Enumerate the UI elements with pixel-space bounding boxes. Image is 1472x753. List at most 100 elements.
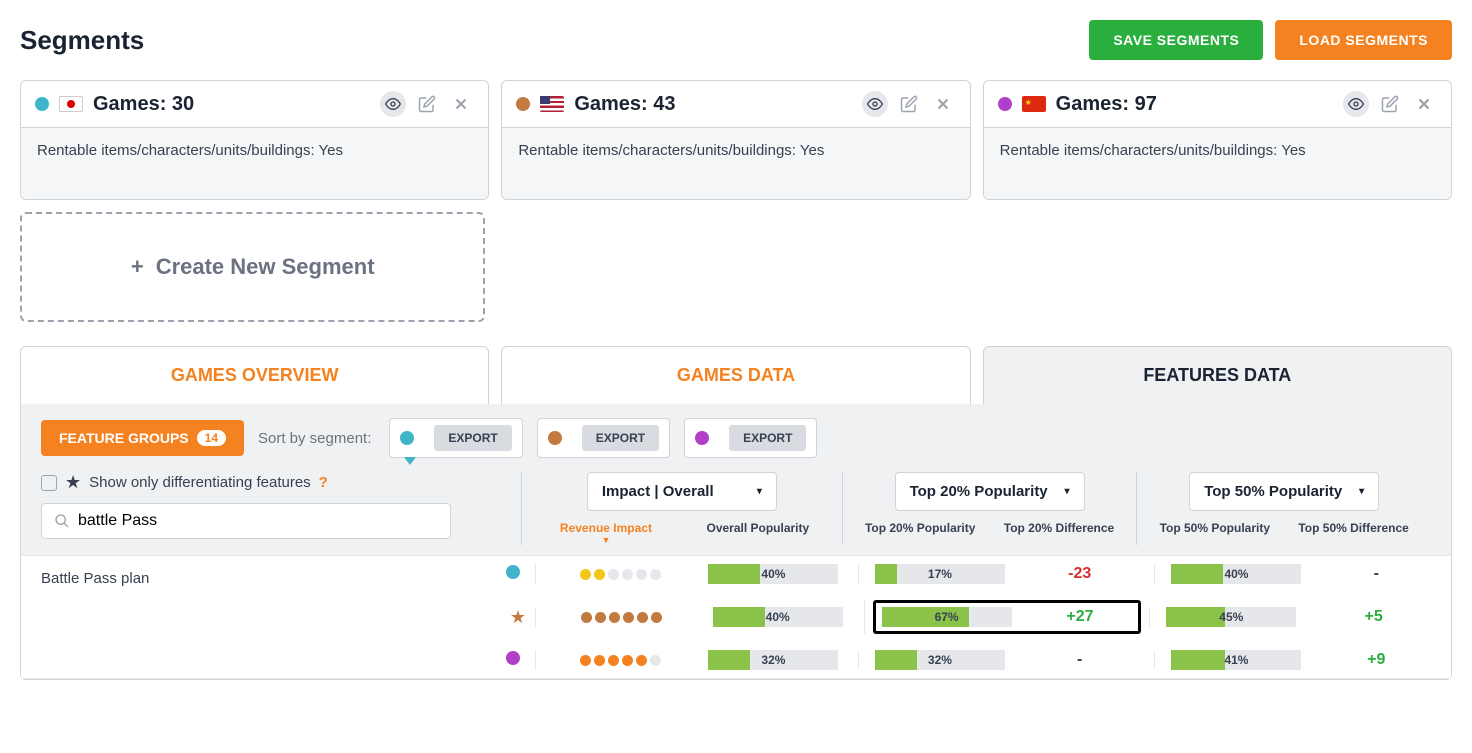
- progress-bar: 40%: [713, 607, 843, 627]
- segment-color-dot: [516, 97, 530, 111]
- flag-icon: [1022, 96, 1046, 112]
- sort-by-label: Sort by segment:: [258, 430, 371, 447]
- flag-icon: [59, 96, 83, 112]
- col-top50-difference[interactable]: Top 50% Difference: [1292, 521, 1415, 535]
- progress-bar: 17%: [875, 564, 1005, 584]
- impact-dot: [650, 569, 661, 580]
- close-icon[interactable]: [930, 91, 956, 117]
- impact-dot: [651, 612, 662, 623]
- flag-icon: [540, 96, 564, 112]
- visibility-icon[interactable]: [380, 91, 406, 117]
- export-group-brown[interactable]: EXPORT: [537, 418, 670, 458]
- export-button-purple[interactable]: EXPORT: [729, 425, 806, 451]
- segment-marker: [506, 651, 520, 665]
- tab-games-overview[interactable]: GAMES OVERVIEW: [20, 346, 489, 404]
- progress-bar: 32%: [708, 650, 838, 670]
- segment-card: Games: 30 Rentable items/characters/unit…: [20, 80, 489, 200]
- search-box[interactable]: [41, 503, 451, 539]
- visibility-icon[interactable]: [1343, 91, 1369, 117]
- impact-dot: [622, 569, 633, 580]
- impact-dots: [580, 569, 661, 580]
- impact-dot: [580, 655, 591, 666]
- close-icon[interactable]: [1411, 91, 1437, 117]
- col-top20-difference[interactable]: Top 20% Difference: [998, 521, 1121, 535]
- feature-name: Battle Pass plan: [21, 556, 501, 678]
- segment-dot-purple: [695, 431, 709, 445]
- top50-dropdown[interactable]: Top 50% Popularity ▾: [1189, 472, 1379, 511]
- progress-bar: 67%: [882, 607, 1012, 627]
- export-group-purple[interactable]: EXPORT: [684, 418, 817, 458]
- create-segment-button[interactable]: + Create New Segment: [20, 212, 485, 322]
- page-title: Segments: [20, 25, 144, 56]
- tab-games-data[interactable]: GAMES DATA: [501, 346, 970, 404]
- impact-dot: [581, 612, 592, 623]
- edit-icon[interactable]: [896, 91, 922, 117]
- diff-value: +9: [1367, 651, 1385, 669]
- segment-card: Games: 43 Rentable items/characters/unit…: [501, 80, 970, 200]
- diff-value: -23: [1068, 565, 1091, 583]
- load-segments-button[interactable]: LOAD SEGMENTS: [1275, 20, 1452, 60]
- col-top20-popularity[interactable]: Top 20% Popularity: [859, 521, 982, 535]
- top50-dropdown-label: Top 50% Popularity: [1204, 483, 1342, 500]
- diff-value: +27: [1066, 608, 1093, 626]
- edit-icon[interactable]: [414, 91, 440, 117]
- segment-marker: [506, 565, 520, 579]
- progress-bar: 45%: [1166, 607, 1296, 627]
- export-group-blue[interactable]: EXPORT: [389, 418, 522, 458]
- visibility-icon[interactable]: [862, 91, 888, 117]
- create-segment-label: Create New Segment: [156, 254, 375, 280]
- segment-filter: Rentable items/characters/units/building…: [502, 128, 969, 199]
- segment-card: Games: 97 Rentable items/characters/unit…: [983, 80, 1452, 200]
- caret-down-icon: ▾: [757, 486, 762, 497]
- impact-dropdown[interactable]: Impact | Overall ▾: [587, 472, 777, 511]
- segment-title: Games: 43: [574, 93, 861, 116]
- segment-color-dot: [998, 97, 1012, 111]
- col-overall-popularity[interactable]: Overall Popularity: [690, 521, 826, 545]
- diff-value: -: [1374, 565, 1379, 583]
- impact-dot: [609, 612, 620, 623]
- search-input[interactable]: [78, 512, 438, 530]
- segment-filter: Rentable items/characters/units/building…: [984, 128, 1451, 199]
- impact-dot: [595, 612, 606, 623]
- progress-bar: 32%: [875, 650, 1005, 670]
- top20-dropdown[interactable]: Top 20% Popularity ▾: [895, 472, 1085, 511]
- progress-bar: 41%: [1171, 650, 1301, 670]
- tab-features-data[interactable]: FEATURES DATA: [983, 346, 1452, 404]
- impact-dots: [580, 655, 661, 666]
- data-line: 32% 32% - 41% +9: [501, 642, 1451, 678]
- col-top50-popularity[interactable]: Top 50% Popularity: [1153, 521, 1276, 535]
- save-segments-button[interactable]: SAVE SEGMENTS: [1089, 20, 1263, 60]
- caret-down-icon: ▾: [1359, 486, 1364, 497]
- impact-dot: [622, 655, 633, 666]
- col-revenue-impact[interactable]: Revenue Impact: [538, 521, 674, 545]
- segment-title: Games: 97: [1056, 93, 1343, 116]
- impact-dot: [594, 655, 605, 666]
- impact-dot: [580, 569, 591, 580]
- impact-dot: [636, 569, 647, 580]
- segment-title: Games: 30: [93, 93, 380, 116]
- help-icon[interactable]: ?: [319, 474, 328, 491]
- feature-groups-label: FEATURE GROUPS: [59, 430, 189, 446]
- close-icon[interactable]: [448, 91, 474, 117]
- show-diff-label: Show only differentiating features: [89, 474, 311, 491]
- diff-value: +5: [1365, 608, 1383, 626]
- segment-dot-brown: [548, 431, 562, 445]
- impact-dot: [594, 569, 605, 580]
- impact-dots: [581, 612, 662, 623]
- export-button-brown[interactable]: EXPORT: [582, 425, 659, 451]
- impact-dot: [637, 612, 648, 623]
- star-icon: ★: [65, 472, 81, 493]
- impact-dot: [650, 655, 661, 666]
- segment-filter: Rentable items/characters/units/building…: [21, 128, 488, 199]
- edit-icon[interactable]: [1377, 91, 1403, 117]
- show-diff-checkbox[interactable]: [41, 475, 57, 491]
- caret-down-icon: ▾: [1065, 486, 1070, 497]
- impact-dot: [623, 612, 634, 623]
- impact-dot: [636, 655, 647, 666]
- diff-value: -: [1077, 651, 1082, 669]
- export-button-blue[interactable]: EXPORT: [434, 425, 511, 451]
- feature-groups-button[interactable]: FEATURE GROUPS 14: [41, 420, 244, 456]
- segment-color-dot: [35, 97, 49, 111]
- impact-dot: [608, 655, 619, 666]
- segment-dot-blue: [400, 431, 414, 445]
